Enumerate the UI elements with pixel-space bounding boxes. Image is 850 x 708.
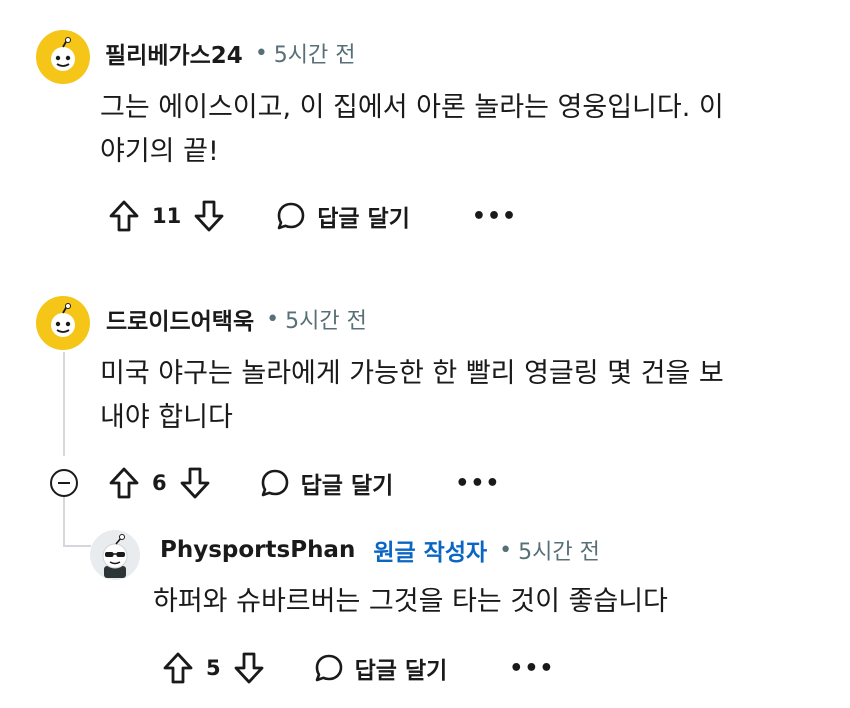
thread-line xyxy=(63,497,65,547)
comment-header: 드로이드어택욱 • 5시간 전 xyxy=(106,302,367,336)
collapse-thread-button[interactable] xyxy=(50,469,78,497)
user-avatar[interactable] xyxy=(90,530,140,580)
comment-header: 필리베가스24 • 5시간 전 xyxy=(105,36,356,70)
comment-body-line: 야기의 끝! xyxy=(100,136,219,167)
vote-score: 5 xyxy=(206,656,221,680)
comment-body-line: 내야 합니다 xyxy=(100,402,233,433)
username[interactable]: 필리베가스24 xyxy=(105,36,243,70)
comment-actions: 5 답글 달기 ••• xyxy=(162,648,554,688)
thread-connector xyxy=(63,545,91,547)
sunglasses-snoo-avatar-icon xyxy=(102,534,128,578)
upvote-icon[interactable] xyxy=(108,199,140,233)
user-avatar[interactable] xyxy=(36,30,90,84)
vote-score: 11 xyxy=(152,204,182,228)
reply-label: 답글 달기 xyxy=(317,206,410,232)
upvote-icon[interactable] xyxy=(162,651,194,685)
timestamp[interactable]: 5시간 전 xyxy=(274,37,356,69)
meta-separator: • xyxy=(254,40,268,66)
snoo-avatar-icon xyxy=(51,303,75,337)
downvote-icon[interactable] xyxy=(233,651,265,685)
comment-body-line: 하퍼와 슈바르버는 그것을 타는 것이 좋습니다 xyxy=(153,586,668,617)
comment-bubble-icon xyxy=(315,654,342,682)
comment-body: 하퍼와 슈바르버는 그것을 타는 것이 좋습니다 xyxy=(153,580,668,624)
username[interactable]: 드로이드어택욱 xyxy=(106,302,254,336)
meta-separator: • xyxy=(266,306,280,332)
op-badge: 원글 작성자 xyxy=(373,540,488,566)
user-avatar[interactable] xyxy=(36,296,90,350)
comment-body-line: 미국 야구는 놀라에게 가능한 한 빨리 영글링 몇 건을 보 xyxy=(100,358,724,389)
comment-header: PhysportsPhan 원글 작성자 • 5시간 전 xyxy=(160,533,600,567)
more-options-icon[interactable]: ••• xyxy=(509,656,554,681)
meta-separator: • xyxy=(499,537,513,563)
comment-bubble-icon xyxy=(277,202,305,230)
vote-score: 6 xyxy=(152,471,167,495)
timestamp[interactable]: 5시간 전 xyxy=(285,303,367,335)
comment-body-line: 그는 에이스이고, 이 집에서 아론 놀라는 영웅입니다. 이 xyxy=(100,92,724,123)
comment-actions: 11 답글 달기 ••• xyxy=(108,196,517,236)
comment-body: 그는 에이스이고, 이 집에서 아론 놀라는 영웅입니다. 이 야기의 끝! xyxy=(100,86,724,174)
downvote-icon[interactable] xyxy=(179,466,211,500)
reply-label: 답글 달기 xyxy=(300,473,394,499)
more-options-icon[interactable]: ••• xyxy=(455,471,500,496)
comment-bubble-icon xyxy=(261,469,288,497)
reply-button[interactable]: 답글 달기 xyxy=(275,199,410,233)
downvote-icon[interactable] xyxy=(193,199,225,233)
snoo-avatar-icon xyxy=(51,37,75,71)
comment-body: 미국 야구는 놀라에게 가능한 한 빨리 영글링 몇 건을 보 내야 합니다 xyxy=(100,352,724,440)
timestamp[interactable]: 5시간 전 xyxy=(518,534,600,566)
reply-button[interactable]: 답글 달기 xyxy=(259,466,394,500)
minus-icon xyxy=(58,481,70,485)
upvote-icon[interactable] xyxy=(108,466,140,500)
username[interactable]: PhysportsPhan xyxy=(160,537,355,563)
thread-line[interactable] xyxy=(63,352,65,456)
reply-label: 답글 달기 xyxy=(354,658,448,684)
more-options-icon[interactable]: ••• xyxy=(472,204,517,229)
reply-button[interactable]: 답글 달기 xyxy=(313,651,448,685)
comment-actions: 6 답글 달기 ••• xyxy=(108,463,500,503)
